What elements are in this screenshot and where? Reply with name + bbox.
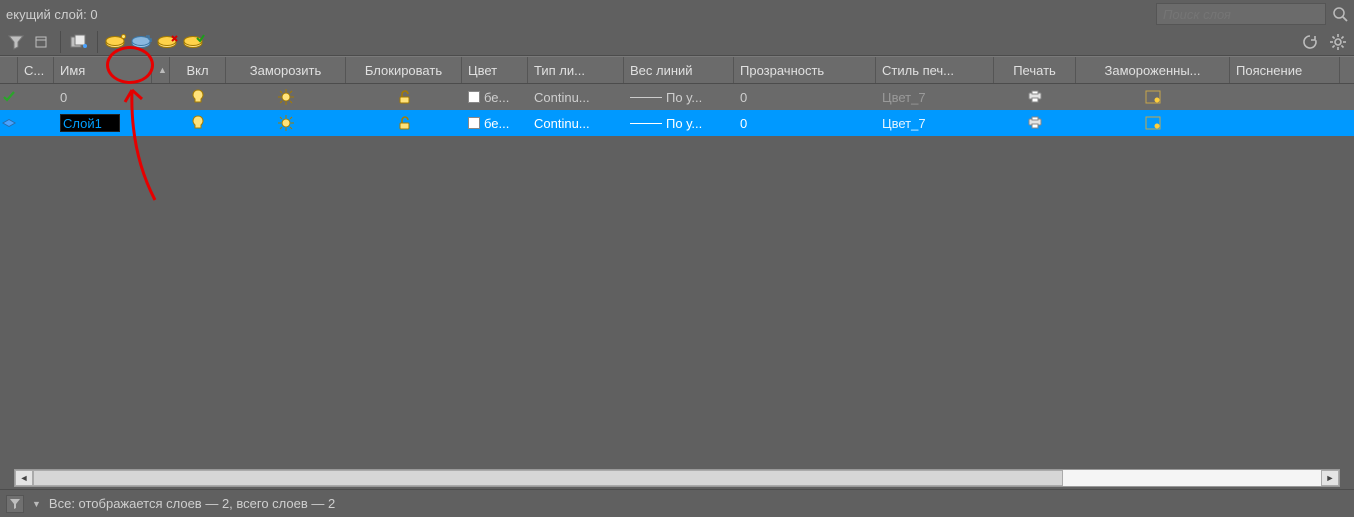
col-plot[interactable]: Печать <box>994 57 1076 83</box>
lock-cell[interactable] <box>346 84 462 110</box>
invert-filter-icon[interactable] <box>6 495 24 513</box>
horizontal-scrollbar[interactable]: ◄ ► <box>14 469 1340 487</box>
gear-icon[interactable] <box>1326 30 1350 54</box>
status-cell <box>18 110 54 136</box>
col-status-indicator[interactable] <box>0 57 18 83</box>
plotstyle-cell[interactable]: Цвет_7 <box>876 84 994 110</box>
vpfreeze-cell[interactable] <box>1076 110 1230 136</box>
scroll-left-icon[interactable]: ◄ <box>15 470 33 486</box>
col-on[interactable]: Вкл <box>170 57 226 83</box>
freeze-cell[interactable] <box>226 110 346 136</box>
transparency-cell[interactable]: 0 <box>734 84 876 110</box>
layers-grid: С... Имя ▲ Вкл Заморозить Блокировать Цв… <box>0 56 1354 464</box>
lineweight-label: По у... <box>666 90 702 105</box>
color-swatch <box>468 91 480 103</box>
scroll-track[interactable] <box>33 470 1321 486</box>
col-plotstyle[interactable]: Стиль печ... <box>876 57 994 83</box>
freeze-cell[interactable] <box>226 84 346 110</box>
lineweight-cell[interactable]: По у... <box>624 110 734 136</box>
color-label: бе... <box>484 116 509 131</box>
current-layer-check-icon <box>0 84 18 110</box>
status-cell <box>18 84 54 110</box>
scroll-right-icon[interactable]: ► <box>1321 470 1339 486</box>
linetype-cell[interactable]: Continu... <box>528 110 624 136</box>
linetype-cell[interactable]: Continu... <box>528 84 624 110</box>
col-lineweight[interactable]: Вес линий <box>624 57 734 83</box>
status-text: Все: отображается слоев — 2, всего слоев… <box>49 496 335 511</box>
description-cell[interactable] <box>1230 84 1340 110</box>
status-bar: ▼ Все: отображается слоев — 2, всего сло… <box>0 489 1354 517</box>
name-cell[interactable]: 0 <box>54 84 152 110</box>
search-input[interactable] <box>1156 3 1326 25</box>
lineweight-sample <box>630 123 662 124</box>
col-vpfreeze[interactable]: Замороженны... <box>1076 57 1230 83</box>
color-cell[interactable]: бе... <box>462 84 528 110</box>
col-name-label: Имя <box>60 63 85 78</box>
layer-icon <box>0 110 18 136</box>
col-status[interactable]: С... <box>18 57 54 83</box>
plot-cell[interactable] <box>994 110 1076 136</box>
name-cell[interactable] <box>54 110 152 136</box>
delete-layer-icon[interactable] <box>156 30 180 54</box>
lineweight-sample <box>630 97 662 98</box>
transparency-cell[interactable]: 0 <box>734 110 876 136</box>
col-transparency[interactable]: Прозрачность <box>734 57 876 83</box>
new-layer-vp-frozen-icon[interactable] <box>130 30 154 54</box>
lineweight-label: По у... <box>666 116 702 131</box>
on-cell[interactable] <box>170 84 226 110</box>
lock-cell[interactable] <box>346 110 462 136</box>
col-linetype[interactable]: Тип ли... <box>528 57 624 83</box>
grid-body: 0 бе... Continu... По у... 0 Цвет_7 бе..… <box>0 84 1354 464</box>
refresh-icon[interactable] <box>1298 30 1322 54</box>
filter-new-icon[interactable] <box>30 30 54 54</box>
current-layer-label: екущий слой: 0 <box>6 7 98 22</box>
on-cell[interactable] <box>170 110 226 136</box>
plotstyle-cell[interactable]: Цвет_7 <box>876 110 994 136</box>
col-color[interactable]: Цвет <box>462 57 528 83</box>
search-icon[interactable] <box>1332 6 1348 22</box>
color-cell[interactable]: бе... <box>462 110 528 136</box>
filter-icon[interactable] <box>4 30 28 54</box>
color-label: бе... <box>484 90 509 105</box>
vpfreeze-cell[interactable] <box>1076 84 1230 110</box>
sort-indicator[interactable]: ▲ <box>152 57 170 83</box>
lineweight-cell[interactable]: По у... <box>624 84 734 110</box>
col-description[interactable]: Пояснение <box>1230 57 1340 83</box>
toolbar <box>0 28 1354 56</box>
col-freeze[interactable]: Заморозить <box>226 57 346 83</box>
layer-states-icon[interactable] <box>67 30 91 54</box>
description-cell[interactable] <box>1230 110 1340 136</box>
table-row[interactable]: 0 бе... Continu... По у... 0 Цвет_7 <box>0 84 1354 110</box>
layer-name-input[interactable] <box>60 114 120 132</box>
color-swatch <box>468 117 480 129</box>
table-row[interactable]: бе... Continu... По у... 0 Цвет_7 <box>0 110 1354 136</box>
scroll-thumb[interactable] <box>33 470 1063 486</box>
set-current-icon[interactable] <box>182 30 206 54</box>
new-layer-icon[interactable] <box>104 30 128 54</box>
col-lock[interactable]: Блокировать <box>346 57 462 83</box>
plot-cell[interactable] <box>994 84 1076 110</box>
col-name[interactable]: Имя <box>54 57 152 83</box>
header: екущий слой: 0 <box>0 0 1354 28</box>
grid-header: С... Имя ▲ Вкл Заморозить Блокировать Цв… <box>0 56 1354 84</box>
